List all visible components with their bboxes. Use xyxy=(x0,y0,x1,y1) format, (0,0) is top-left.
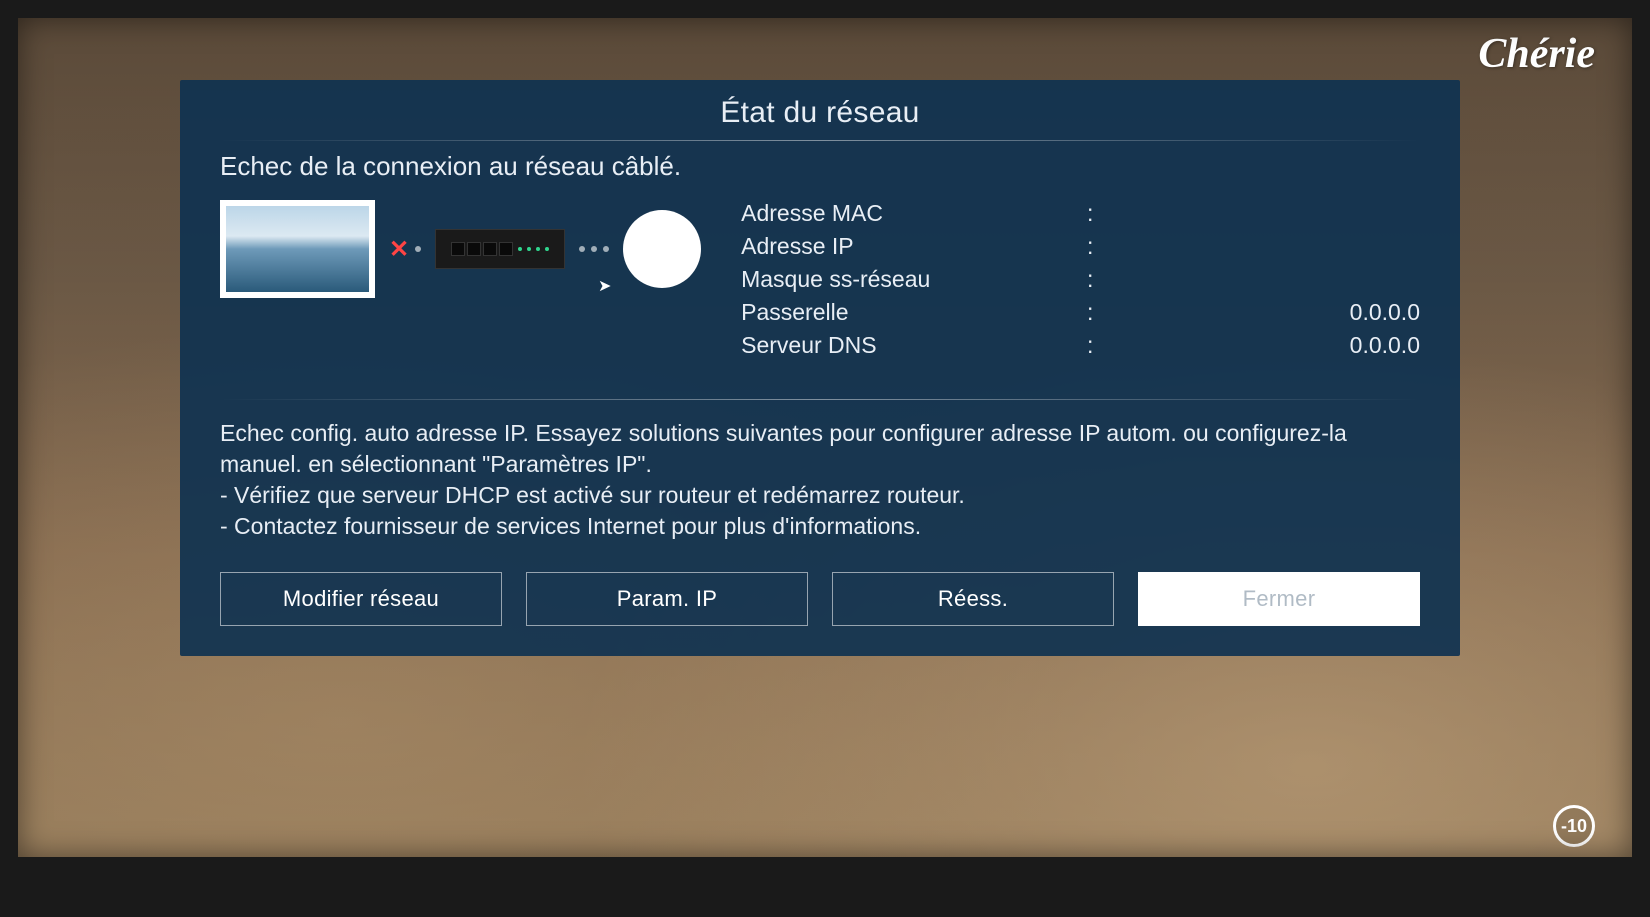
tv-frame xyxy=(0,0,1650,917)
